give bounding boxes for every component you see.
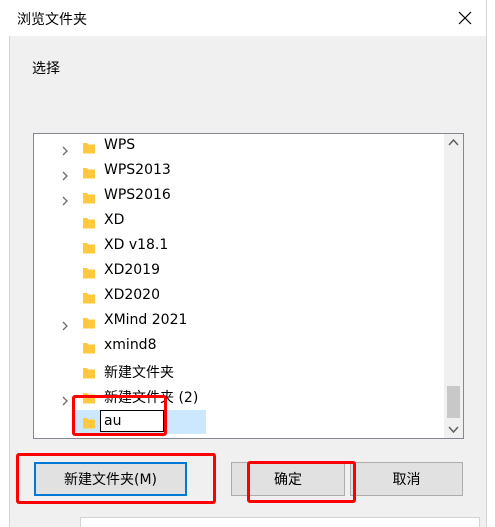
prompt-label: 选择 <box>32 61 60 77</box>
close-button[interactable] <box>453 6 477 30</box>
tree-item-label: WPS2016 <box>104 187 171 203</box>
tree-item[interactable]: WPS2016 <box>34 185 444 210</box>
tree-rows: WPS WPS2013 WPS2016 XD XD v18.1 XD2019 XD2020 X… <box>34 134 444 438</box>
folder-icon <box>82 365 96 379</box>
vertical-scrollbar[interactable] <box>444 134 463 438</box>
tree-item-label: XMind 2021 <box>104 312 188 328</box>
tree-item-label: xmind8 <box>104 337 157 353</box>
folder-icon <box>82 215 96 229</box>
tree-item-label: XD v18.1 <box>104 237 169 253</box>
rename-input[interactable] <box>100 410 164 432</box>
folder-icon <box>82 165 96 179</box>
tree-item[interactable]: XD <box>34 210 444 235</box>
new-folder-button[interactable]: 新建文件夹(M) <box>34 462 187 496</box>
chevron-right-icon[interactable] <box>59 317 71 331</box>
window-frame-right <box>486 0 495 527</box>
window-bottom-edge <box>80 517 480 527</box>
tree-item-label: WPS2013 <box>104 162 171 178</box>
ok-button[interactable]: 确定 <box>231 462 345 496</box>
title-bar: 浏览文件夹 <box>9 0 486 36</box>
folder-icon <box>82 265 96 279</box>
scroll-down-button[interactable] <box>444 421 463 438</box>
tree-item-label: XD2020 <box>104 287 160 303</box>
chevron-right-icon[interactable] <box>59 167 71 181</box>
folder-icon <box>82 390 96 404</box>
tree-item-label: 新建文件夹 <box>104 365 174 381</box>
tree-item[interactable]: 新建文件夹 <box>34 360 444 385</box>
folder-icon <box>82 240 96 254</box>
tree-item[interactable]: XMind 2021 <box>34 310 444 335</box>
chevron-right-icon[interactable] <box>59 192 71 206</box>
folder-tree[interactable]: WPS WPS2013 WPS2016 XD XD v18.1 XD2019 XD2020 X… <box>33 133 464 439</box>
folder-icon <box>82 415 96 429</box>
cancel-button[interactable]: 取消 <box>350 462 463 496</box>
window-frame-left <box>0 0 10 527</box>
folder-icon <box>82 190 96 204</box>
tree-item-label: WPS <box>104 137 136 153</box>
tree-item[interactable]: XD2020 <box>34 285 444 310</box>
tree-item-label: XD2019 <box>104 262 160 278</box>
tree-item[interactable]: WPS <box>34 135 444 160</box>
folder-icon <box>82 315 96 329</box>
arrow-down-icon <box>448 426 459 434</box>
chevron-right-icon[interactable] <box>59 142 71 156</box>
folder-icon <box>82 290 96 304</box>
tree-item[interactable]: 新建文件夹 (2) <box>34 385 444 410</box>
scrollbar-thumb[interactable] <box>447 386 460 418</box>
tree-item-label: 新建文件夹 (2) <box>104 390 199 406</box>
arrow-up-icon <box>448 138 459 146</box>
tree-item[interactable]: xmind8 <box>34 335 444 360</box>
chevron-right-icon[interactable] <box>59 392 71 406</box>
tree-item-label: XD <box>104 212 125 228</box>
folder-icon <box>82 340 96 354</box>
scroll-up-button[interactable] <box>444 134 463 151</box>
close-icon <box>458 11 472 25</box>
tree-item[interactable]: WPS2013 <box>34 160 444 185</box>
window-title: 浏览文件夹 <box>17 12 87 28</box>
tree-item[interactable]: XD v18.1 <box>34 235 444 260</box>
tree-item[interactable]: XD2019 <box>34 260 444 285</box>
folder-icon <box>82 140 96 154</box>
